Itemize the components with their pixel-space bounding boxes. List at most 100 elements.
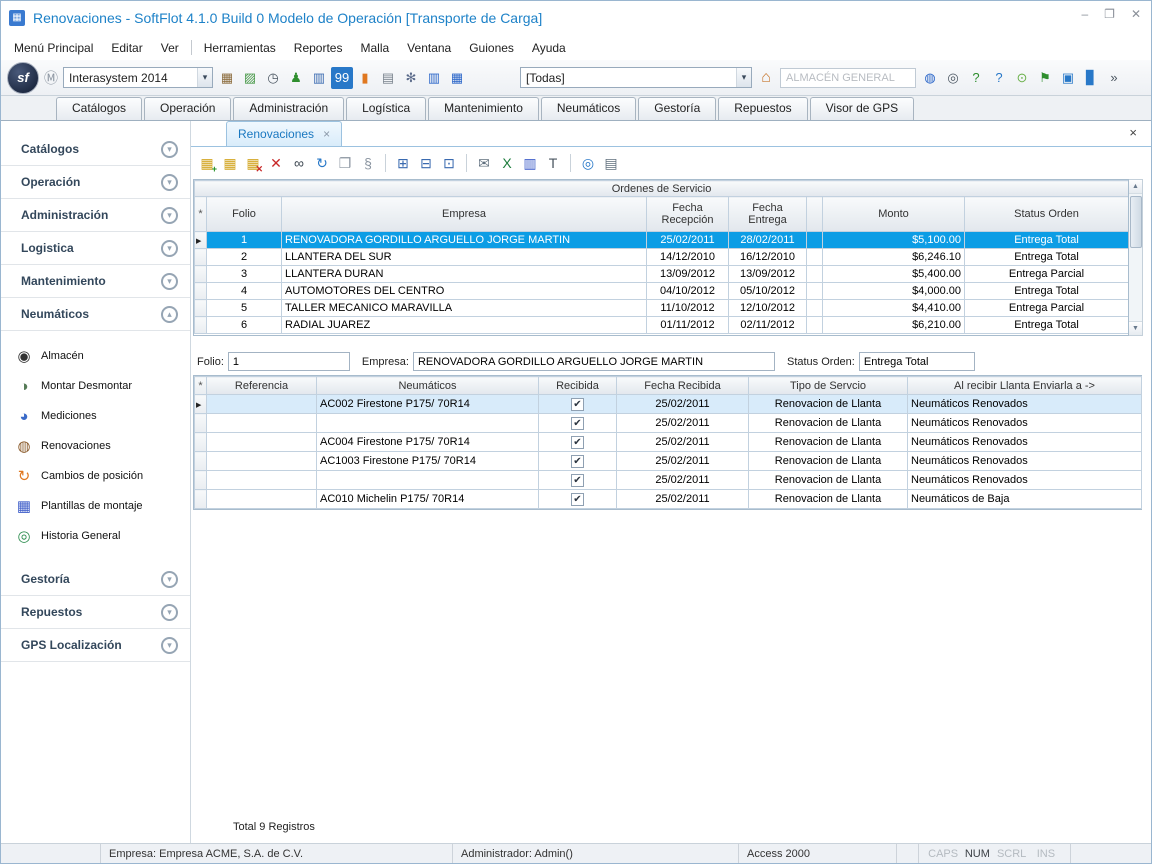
globe-icon[interactable]: ◍: [919, 67, 941, 89]
print-preview-icon[interactable]: ◎: [577, 152, 599, 174]
tire-row[interactable]: AC002 Firestone P175/ 70R14 25/02/2011 R…: [195, 395, 1142, 414]
column-header-enviar-a[interactable]: Al recibir Llanta Enviarla a ->: [908, 377, 1142, 395]
column-header-neumaticos[interactable]: Neumáticos: [317, 377, 539, 395]
scroll-up-icon[interactable]: [1129, 180, 1142, 194]
module-tab[interactable]: Operación: [144, 97, 231, 120]
close-all-tabs-icon[interactable]: ×: [1129, 125, 1137, 140]
order-row[interactable]: 6 RADIAL JUAREZ 01/11/2012 02/11/2012 $6…: [195, 317, 1129, 334]
binoculars-search-icon[interactable]: ∞: [288, 152, 310, 174]
column-header-fecha-recepcion[interactable]: Fecha Recepción: [647, 197, 729, 232]
column-header-status[interactable]: Status Orden: [965, 197, 1129, 232]
recibida-checkbox[interactable]: [571, 474, 584, 487]
dropdown-arrow-icon[interactable]: [197, 68, 212, 87]
order-row[interactable]: 5 TALLER MECANICO MARAVILLA 11/10/2012 1…: [195, 300, 1129, 317]
order-row[interactable]: 4 AUTOMOTORES DEL CENTRO 04/10/2012 05/1…: [195, 283, 1129, 300]
sidebar-section[interactable]: Operación: [1, 166, 190, 199]
print-icon[interactable]: ▤: [600, 152, 622, 174]
sidebar-item[interactable]: ◑ Montar Desmontar: [1, 371, 190, 401]
column-header-recibida[interactable]: Recibida: [539, 377, 617, 395]
menu-item[interactable]: Reportes: [285, 38, 352, 58]
sidebar-item[interactable]: ◎ Historia General: [1, 521, 190, 551]
module-tab[interactable]: Administración: [233, 97, 344, 120]
refresh-icon[interactable]: ↻: [311, 152, 333, 174]
sidebar-section[interactable]: Administración: [1, 199, 190, 232]
report-export-icon[interactable]: ▥: [519, 152, 541, 174]
sidebar-section[interactable]: Catálogos: [1, 133, 190, 166]
module-tab[interactable]: Gestoría: [638, 97, 716, 120]
menu-item[interactable]: Editar: [102, 38, 151, 58]
mobile-device-icon[interactable]: ▮: [354, 67, 376, 89]
android-icon[interactable]: ⊙: [1011, 67, 1033, 89]
settings-gear-icon[interactable]: ✻: [400, 67, 422, 89]
menu-item[interactable]: Malla: [351, 38, 398, 58]
tire-row[interactable]: 25/02/2011 Renovacion de Llanta Neumátic…: [195, 414, 1142, 433]
company-combobox[interactable]: Interasystem 2014: [63, 67, 213, 88]
column-header-tipo-servicio[interactable]: Tipo de Servcio: [749, 377, 908, 395]
menu-item[interactable]: Menú Principal: [5, 38, 102, 58]
recibida-checkbox[interactable]: [571, 417, 584, 430]
tree-levels-icon[interactable]: ⊡: [438, 152, 460, 174]
menu-item[interactable]: Ventana: [398, 38, 460, 58]
overflow-chevron-icon[interactable]: »: [1103, 67, 1125, 89]
zoom-document-icon[interactable]: ◎: [942, 67, 964, 89]
print-queue-icon[interactable]: ▦: [446, 67, 468, 89]
sidebar-item[interactable]: ▦ Plantillas de montaje: [1, 491, 190, 521]
tire-row[interactable]: 25/02/2011 Renovacion de Llanta Neumátic…: [195, 471, 1142, 490]
sidebar-section[interactable]: Repuestos: [1, 596, 190, 629]
dropdown-arrow-icon[interactable]: [736, 68, 751, 87]
sidebar-section[interactable]: Gestoría: [1, 563, 190, 596]
scroll-down-icon[interactable]: [1129, 321, 1142, 335]
filter-combobox[interactable]: [Todas]: [520, 67, 752, 88]
column-header-folio[interactable]: Folio: [207, 197, 282, 232]
home-icon[interactable]: ⌂: [755, 69, 777, 87]
delete-row-icon[interactable]: ▦ ✕: [242, 152, 264, 174]
tire-row[interactable]: AC010 Michelin P175/ 70R14 25/02/2011 Re…: [195, 490, 1142, 509]
sidebar-item[interactable]: ◍ Renovaciones: [1, 431, 190, 461]
ledger-icon[interactable]: ▥: [423, 67, 445, 89]
email-icon[interactable]: ✉: [473, 152, 495, 174]
column-header-referencia[interactable]: Referencia: [207, 377, 317, 395]
module-tab[interactable]: Neumáticos: [541, 97, 636, 120]
recibida-checkbox[interactable]: [571, 493, 584, 506]
edit-data-icon[interactable]: ▦: [219, 152, 241, 174]
tire-row[interactable]: AC004 Firestone P175/ 70R14 25/02/2011 R…: [195, 433, 1142, 452]
menu-item[interactable]: Ver: [152, 38, 188, 58]
recibida-checkbox[interactable]: [571, 436, 584, 449]
txt-export-icon[interactable]: T: [542, 152, 564, 174]
users-icon[interactable]: ♟: [285, 67, 307, 89]
copy-document-icon[interactable]: ❐: [334, 152, 356, 174]
menu-item[interactable]: Herramientas: [195, 38, 285, 58]
sidebar-section[interactable]: Mantenimiento: [1, 265, 190, 298]
orders-grid-scrollbar[interactable]: [1129, 179, 1143, 336]
badge-99-icon[interactable]: 99: [331, 67, 353, 89]
chart-icon[interactable]: ▊: [1080, 67, 1102, 89]
append-record-icon[interactable]: ▦ +: [196, 152, 218, 174]
document-new-icon[interactable]: ▥: [308, 67, 330, 89]
sidebar-item[interactable]: ◕ Mediciones: [1, 401, 190, 431]
document-tab-renovaciones[interactable]: Renovaciones ×: [226, 121, 342, 146]
status-question-icon[interactable]: ?: [965, 67, 987, 89]
warehouse-field[interactable]: ALMACÉN GENERAL: [780, 68, 916, 88]
sidebar-section[interactable]: GPS Localización: [1, 629, 190, 662]
order-row[interactable]: 1 RENOVADORA GORDILLO ARGUELLO JORGE MAR…: [195, 232, 1129, 249]
restore-button[interactable]: ❐: [1104, 7, 1115, 21]
column-header-fecha-recibida[interactable]: Fecha Recibida: [617, 377, 749, 395]
column-header-monto[interactable]: Monto: [823, 197, 965, 232]
column-header-empresa[interactable]: Empresa: [282, 197, 647, 232]
order-row[interactable]: 3 LLANTERA DURAN 13/09/2012 13/09/2012 $…: [195, 266, 1129, 283]
close-button[interactable]: ✕: [1131, 7, 1141, 21]
empresa-field[interactable]: [413, 352, 775, 371]
module-tab[interactable]: Logística: [346, 97, 426, 120]
order-row[interactable]: 2 LLANTERA DEL SUR 14/12/2010 16/12/2010…: [195, 249, 1129, 266]
tree-collapse-icon[interactable]: ⊟: [415, 152, 437, 174]
recibida-checkbox[interactable]: [571, 455, 584, 468]
world-clock-icon[interactable]: ◷: [262, 67, 284, 89]
sidebar-item[interactable]: ↻ Cambios de posición: [1, 461, 190, 491]
status-orden-field[interactable]: [859, 352, 975, 371]
excel-export-icon[interactable]: X: [496, 152, 518, 174]
flag-icon[interactable]: ⚑: [1034, 67, 1056, 89]
module-tab[interactable]: Visor de GPS: [810, 97, 914, 120]
module-tab[interactable]: Repuestos: [718, 97, 807, 120]
sidebar-section[interactable]: Logistica: [1, 232, 190, 265]
tree-expand-icon[interactable]: ⊞: [392, 152, 414, 174]
